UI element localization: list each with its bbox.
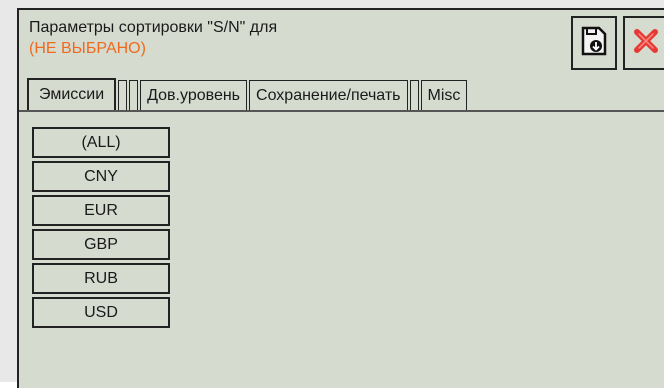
- tab-confidence-level[interactable]: Дов.уровень: [140, 80, 248, 110]
- window-title: Параметры сортировки "S/N" для: [29, 19, 278, 36]
- close-x-icon: [633, 28, 659, 59]
- tab-emissions[interactable]: Эмиссии: [27, 78, 117, 110]
- emission-item-eur[interactable]: EUR: [32, 195, 170, 226]
- close-button[interactable]: [623, 16, 664, 70]
- screen: Параметры сортировки "S/N" для (НЕ ВЫБРА…: [0, 0, 664, 388]
- emission-item-gbp[interactable]: GBP: [32, 229, 170, 260]
- window-subtitle: (НЕ ВЫБРАНО): [29, 40, 146, 57]
- tab-bar: Эмиссии Дов.уровень Сохранение/печать Mi…: [27, 78, 469, 110]
- emission-item-usd[interactable]: USD: [32, 297, 170, 328]
- tab-misc[interactable]: Misc: [420, 80, 468, 110]
- save-button[interactable]: [571, 16, 617, 70]
- tab-blank-3[interactable]: [409, 80, 419, 110]
- emission-item-rub[interactable]: RUB: [32, 263, 170, 294]
- emission-list: (ALL) CNY EUR GBP RUB USD: [32, 127, 170, 331]
- sort-params-window: Параметры сортировки "S/N" для (НЕ ВЫБРА…: [17, 8, 664, 388]
- tab-save-print[interactable]: Сохранение/печать: [249, 80, 408, 110]
- save-file-icon: [581, 26, 607, 61]
- emission-item-all[interactable]: (ALL): [32, 127, 170, 158]
- emission-item-cny[interactable]: CNY: [32, 161, 170, 192]
- tab-divider: [19, 110, 664, 112]
- tab-blank-2[interactable]: [129, 80, 139, 110]
- tab-blank-1[interactable]: [118, 80, 128, 110]
